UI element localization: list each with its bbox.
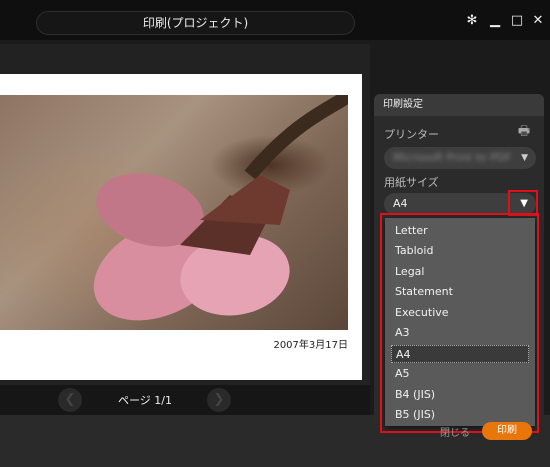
paper-size-value: A4 <box>393 197 408 210</box>
minimize-icon[interactable]: ▁ <box>487 12 503 30</box>
panel-header: 印刷設定 <box>374 94 544 116</box>
paper-size-label: 用紙サイズ <box>384 176 439 189</box>
settings-icon[interactable]: ✻ <box>464 12 480 30</box>
preview-photo <box>0 89 354 330</box>
printer-icon[interactable]: 🖶 <box>515 122 533 139</box>
dropdown-highlight <box>380 213 539 433</box>
previous-page-button[interactable]: ❮ <box>58 388 82 412</box>
close-button[interactable]: 閉じる <box>440 424 474 439</box>
printer-label: プリンター <box>384 128 439 141</box>
printer-value: Microsoft Print to PDF <box>393 151 512 164</box>
page-indicator: ページ 1/1 <box>118 394 172 407</box>
window-title: 印刷(プロジェクト) <box>36 11 355 35</box>
next-page-button[interactable]: ❯ <box>207 388 231 412</box>
close-icon[interactable]: ✕ <box>530 12 546 30</box>
photo-date: 2007年3月17日 <box>273 340 348 351</box>
chevron-down-icon: ▼ <box>521 153 528 163</box>
maximize-icon[interactable]: □ <box>509 12 525 30</box>
printer-select[interactable]: Microsoft Print to PDF ▼ <box>384 147 536 169</box>
flower-image <box>93 89 354 321</box>
print-button[interactable]: 印刷 <box>482 422 532 440</box>
